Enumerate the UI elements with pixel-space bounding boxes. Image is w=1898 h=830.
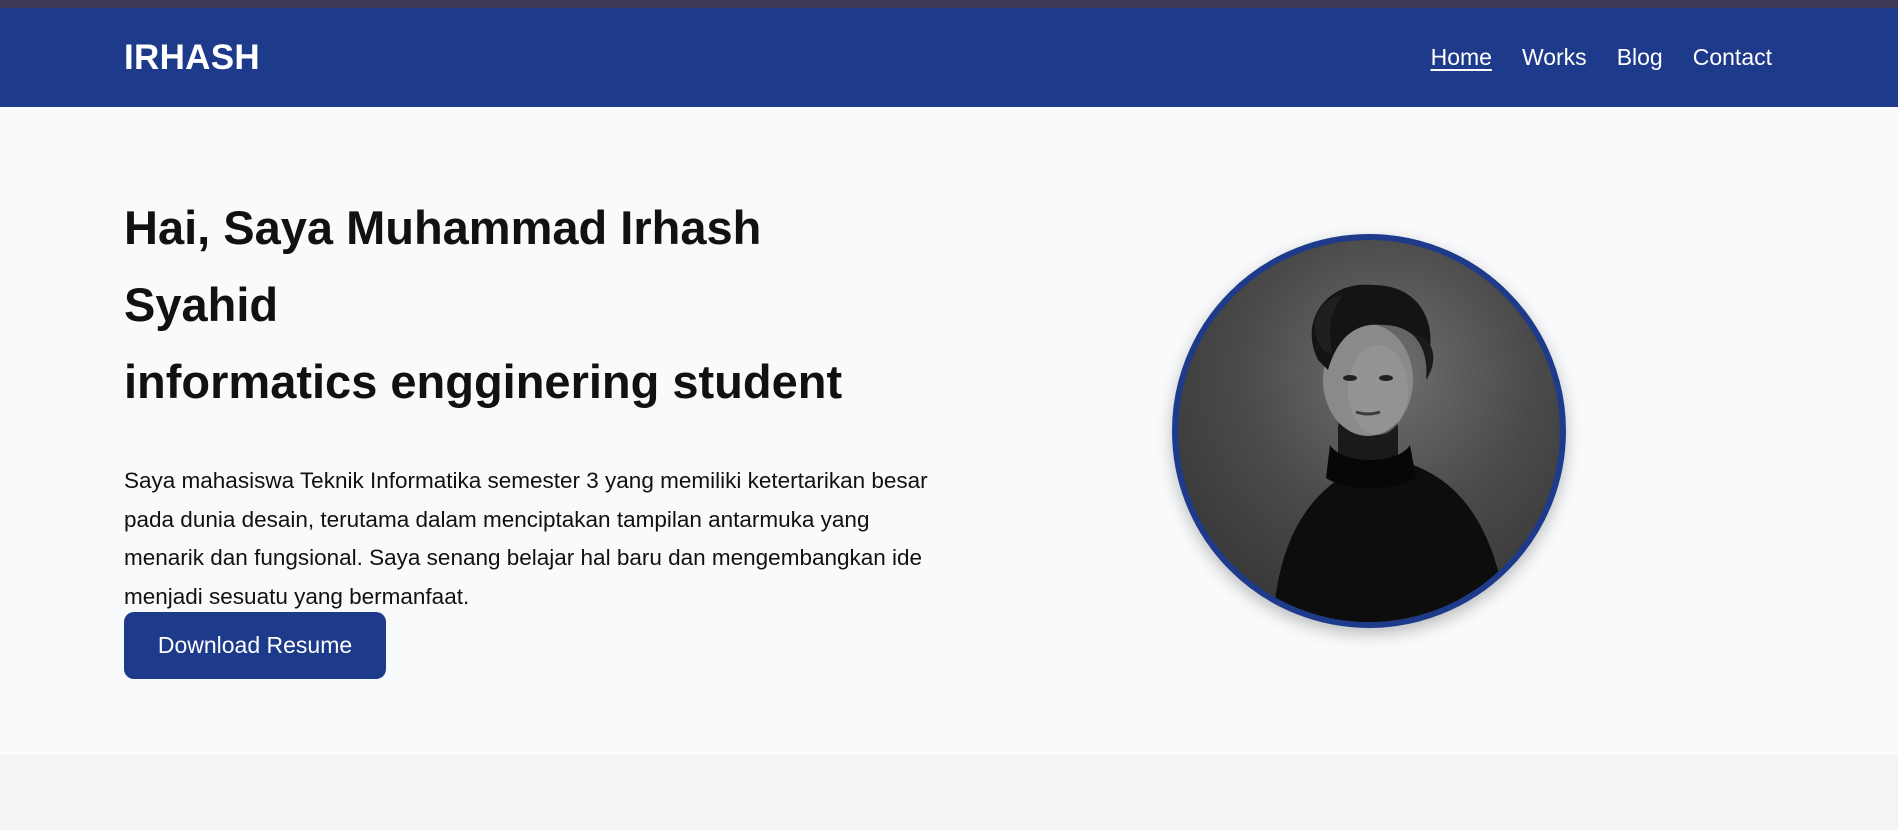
hero-section: Hai, Saya Muhammad Irhash Syahid informa… [0,107,1898,755]
hero-text: Hai, Saya Muhammad Irhash Syahid informa… [124,189,964,616]
browser-top-strip [0,0,1898,8]
brand-logo[interactable]: IRHASH [124,38,260,78]
nav-blog-link[interactable]: Blog [1617,44,1663,71]
hero-title-line-3: informatics engginering student [124,355,843,408]
navbar: IRHASH Home Works Blog Contact [0,8,1898,107]
nav-works-link[interactable]: Works [1522,44,1587,71]
hero-title: Hai, Saya Muhammad Irhash Syahid informa… [124,189,964,420]
hero-title-line-1: Hai, Saya Muhammad Irhash [124,201,762,254]
profile-photo-icon [1273,284,1508,622]
hero-description: Saya mahasiswa Teknik Informatika semest… [124,468,928,609]
nav-links: Home Works Blog Contact [1431,44,1772,71]
hero-title-line-2: Syahid [124,278,279,331]
nav-home-link[interactable]: Home [1431,44,1492,71]
profile-photo [1172,234,1566,628]
download-resume-button[interactable]: Download Resume [124,612,386,679]
nav-contact-link[interactable]: Contact [1693,44,1772,71]
